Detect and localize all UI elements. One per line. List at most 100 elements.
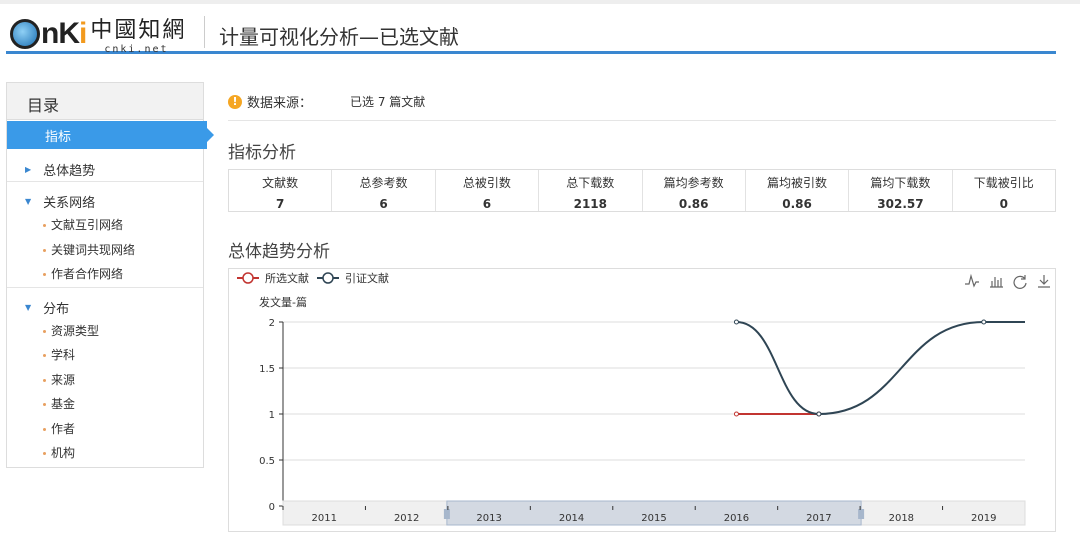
metric-label: 篇均下载数 [870,176,931,190]
metric-label: 篇均参考数 [663,176,724,190]
sidebar-section[interactable]: ▼ 分布 [7,286,203,319]
trend-chart: 所选文献 引证文献发文量-篇 0 0.5 1 1.5 2 2011 2012 2013 2014 20… [228,268,1056,532]
x-tick-label: 2015 [641,513,666,524]
divider [204,16,205,48]
x-tick-label: 2012 [394,513,419,524]
download-icon[interactable] [1038,275,1050,288]
section-label: 总体趋势 [43,163,96,179]
section-label: 关系网络 [43,196,96,211]
data-source: ! 数据来源： 已选 7 篇文献 [228,92,425,111]
sidebar-item-label: 文献互引网络 [51,218,124,232]
sidebar-item[interactable]: 学科 [7,343,203,368]
metric-value: 302.57 [877,197,924,211]
metric-label: 总参考数 [359,176,408,190]
metric-value: 2118 [573,197,608,211]
data-point[interactable] [981,319,987,325]
sidebar-item-label: 资源类型 [51,323,100,338]
sidebar-item[interactable]: 作者合作网络 [7,262,203,287]
cnki-logo[interactable]: nKi 中國知網 cnki.net [10,12,186,55]
x-tick-label: 2018 [889,513,914,524]
bar-chart-icon[interactable] [990,277,1003,288]
caret-down-icon: ▼ [25,197,32,206]
sidebar-item[interactable]: 关键词共现网络 [7,238,203,263]
trend-title: 总体趋势分析 [228,242,330,262]
metric-label: 下载被引比 [973,176,1034,190]
datazoom-handle[interactable] [858,509,865,519]
sidebar-item-label: 机构 [51,446,76,460]
sidebar-item-label: 作者合作网络 [51,267,124,281]
refresh-icon[interactable] [1013,275,1027,289]
sidebar-item-label: 基金 [51,397,76,411]
metric-cell: 篇均下载数 302.57 [849,170,953,211]
sidebar-item[interactable]: 来源 [7,368,203,393]
legend-marker[interactable] [322,272,334,284]
sidebar-item[interactable]: 资源类型 [7,319,203,344]
sidebar-item[interactable]: 作者 [7,417,203,442]
metric-cell: 总下载数 2118 [539,170,643,211]
metric-value: 6 [379,197,388,211]
metric-label: 篇均被引数 [767,176,828,190]
sidebar-item-metrics[interactable]: 指标 [7,121,214,149]
caret-down-icon: ▼ [25,302,32,312]
data-point[interactable] [816,411,822,417]
metric-value: 0.86 [782,197,812,211]
legend-marker[interactable] [242,272,254,284]
metric-cell: 篇均参考数 0.86 [643,170,746,211]
y-tick-label: 2 [269,318,275,329]
metric-value: 7 [276,197,285,211]
sidebar-item-label: 作者 [51,421,76,436]
y-tick-label: 1 [269,410,275,421]
source-value: 已选 7 篇文献 [350,95,426,109]
metric-value: 0 [999,197,1008,211]
legend-label[interactable]: 引证文献 [345,271,389,285]
metric-cell: 文献数 7 [229,170,333,211]
sidebar-item-label: 关键词共现网络 [51,242,136,257]
sidebar: 目录 指标 ▶ 总体趋势 ▼ 关系网络文献互引网络 关键词共现网络 作者合作网络 ▼ 分布资源… [6,82,214,468]
page-title: 计量可视化分析—已选文献 [219,25,459,49]
x-tick-label: 2011 [311,513,336,524]
sidebar-title: 目录 [7,83,203,120]
data-point[interactable] [733,319,739,325]
y-tick-label: 0 [269,502,275,513]
sidebar-item[interactable]: 基金 [7,392,203,417]
x-tick-label: 2016 [724,513,749,524]
metric-label: 总下载数 [566,176,615,190]
divider [228,120,1056,121]
legend-label[interactable]: 所选文献 [265,271,309,285]
data-point[interactable] [733,411,739,417]
metrics-table: 文献数 7 总参考数 6 总被引数 6 总下载数 2118 篇均参考数 0.86 篇均被引数 0.86… [228,169,1056,212]
globe-icon [10,18,40,49]
metric-value: 6 [482,197,492,211]
metric-label: 文献数 [262,176,299,190]
sidebar-item[interactable]: 文献互引网络 [7,213,203,238]
chart-svg: 所选文献 引证文献发文量-篇 0 0.5 1 1.5 2 2011 2012 2013 2014 20… [237,271,1050,526]
x-tick-label: 2013 [476,513,501,524]
metric-cell: 篇均被引数 0.86 [746,170,850,211]
x-tick-label: 2014 [559,513,584,524]
logo-cn: 中國知網 [90,18,187,43]
y-tick-label: 1.5 [259,364,275,375]
metric-label: 总被引数 [462,176,511,190]
warning-icon: ! [228,94,242,109]
sidebar-section[interactable]: ▶ 总体趋势 [7,149,203,181]
line-chart-icon[interactable] [965,273,979,288]
header: nKi 中國知網 cnki.net 计量可视化分析—已选文献 [6,4,1056,55]
logo-domain: cnki.net [104,44,169,55]
metric-cell: 总被引数 6 [436,170,540,211]
sidebar-item-label: 学科 [51,348,76,362]
section-label: 分布 [43,301,70,317]
y-tick-label: 0.5 [259,456,275,467]
y-axis-label: 发文量-篇 [259,295,307,309]
metric-cell: 总参考数 6 [332,170,436,211]
sidebar-item[interactable]: 机构 [7,441,203,466]
source-label: 数据来源： [247,96,313,111]
caret-right-icon: ▶ [25,164,32,174]
x-tick-label: 2017 [806,513,831,524]
datazoom-handle[interactable] [443,509,450,519]
metrics-title: 指标分析 [228,143,296,163]
metric-value: 0.86 [678,197,709,211]
metric-cell: 下载被引比 0 [953,170,1055,211]
sidebar-item-label: 来源 [51,372,76,387]
sidebar-section[interactable]: ▼ 关系网络 [7,181,203,213]
x-tick-label: 2019 [971,513,996,524]
